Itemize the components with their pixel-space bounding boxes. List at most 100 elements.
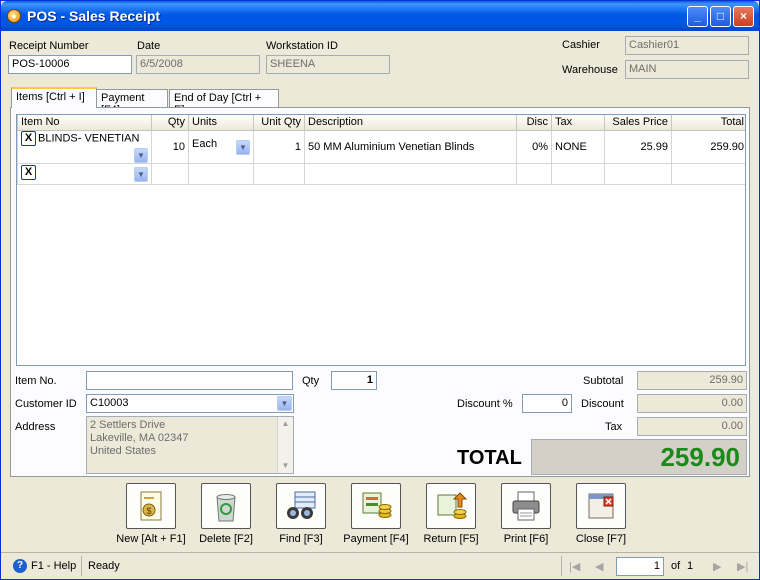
address-textarea[interactable]: 2 Settlers Drive Lakeville, MA 02347 Uni… xyxy=(86,416,294,474)
page-count: 1 xyxy=(687,560,694,572)
cell-disc[interactable]: 0% xyxy=(516,129,552,164)
col-header-total[interactable]: Total xyxy=(671,115,745,131)
close-button[interactable]: Close [F7] xyxy=(561,483,641,545)
qty-label: Qty xyxy=(302,375,320,387)
table-row[interactable]: X BLINDS- VENETIAN ▼ 10 Each ▼ 1 50 MM Alum… xyxy=(17,129,745,164)
chevron-down-icon[interactable]: ▼ xyxy=(134,167,148,182)
qty-input[interactable]: 1 xyxy=(331,371,377,390)
item-no-input[interactable] xyxy=(86,371,293,390)
window-title: POS - Sales Receipt xyxy=(27,8,161,24)
discount-percent-label: Discount % xyxy=(457,398,513,410)
item-no-value: BLINDS- VENETIAN xyxy=(38,131,140,144)
new-button[interactable]: $ New [Alt + F1] xyxy=(111,483,191,545)
printer-icon[interactable] xyxy=(501,483,551,529)
date-field: 6/5/2008 xyxy=(136,55,260,74)
cell-empty[interactable] xyxy=(253,162,305,185)
cell-tax[interactable]: NONE xyxy=(551,129,605,164)
of-label: of xyxy=(671,560,681,572)
cell-empty[interactable] xyxy=(188,162,254,185)
scroll-up-icon[interactable]: ▲ xyxy=(278,417,293,431)
tab-payment[interactable]: Payment [F4] xyxy=(96,89,168,116)
col-header-unit-qty[interactable]: Unit Qty xyxy=(253,115,305,131)
payment-button-label: Payment [F4] xyxy=(343,533,409,545)
close-button-label: Close [F7] xyxy=(575,533,627,545)
binoculars-icon[interactable] xyxy=(276,483,326,529)
tax-total-field: 0.00 xyxy=(637,417,747,436)
cell-empty[interactable] xyxy=(604,162,672,185)
delete-row-icon[interactable]: X xyxy=(21,131,36,146)
cell-empty[interactable] xyxy=(671,162,745,185)
print-button[interactable]: Print [F6] xyxy=(486,483,566,545)
new-receipt-icon[interactable]: $ xyxy=(126,483,176,529)
delete-row-icon[interactable]: X xyxy=(21,165,36,180)
col-header-sales-price[interactable]: Sales Price xyxy=(604,115,672,131)
status-text: Ready xyxy=(88,560,120,572)
col-header-disc[interactable]: Disc xyxy=(516,115,552,131)
help-icon[interactable]: ? xyxy=(13,559,27,573)
cell-empty[interactable] xyxy=(304,162,517,185)
items-grid[interactable]: Item No Qty Units Unit Qty Description D… xyxy=(16,114,746,366)
return-icon[interactable] xyxy=(426,483,476,529)
cell-empty[interactable] xyxy=(151,162,189,185)
close-window-button[interactable]: × xyxy=(733,6,754,27)
col-header-item-no[interactable]: Item No xyxy=(17,115,152,131)
next-page-icon[interactable]: ▶ xyxy=(713,560,721,573)
cell-empty[interactable] xyxy=(516,162,552,185)
status-bar: ? F1 - Help Ready |◀ ◀ 1 of 1 ▶ ▶| xyxy=(1,552,759,579)
table-row-new[interactable]: X ▼ xyxy=(17,162,745,185)
delete-button[interactable]: Delete [F2] xyxy=(186,483,266,545)
payment-icon[interactable] xyxy=(351,483,401,529)
cell-qty[interactable]: 10 xyxy=(151,129,189,164)
cell-sales-price[interactable]: 25.99 xyxy=(604,129,672,164)
cell-item-no-new[interactable]: X ▼ xyxy=(17,162,152,185)
item-no-label: Item No. xyxy=(15,375,57,387)
chevron-down-icon[interactable]: ▼ xyxy=(134,147,148,162)
cell-unit-qty[interactable]: 1 xyxy=(253,129,305,164)
status-divider xyxy=(81,556,82,576)
cell-item-no[interactable]: X BLINDS- VENETIAN ▼ xyxy=(17,129,152,164)
last-page-icon[interactable]: ▶| xyxy=(737,560,748,573)
cell-empty[interactable] xyxy=(551,162,605,185)
minimize-button[interactable]: _ xyxy=(687,6,708,27)
units-value: Each xyxy=(192,138,218,150)
previous-page-icon[interactable]: ◀ xyxy=(595,560,603,573)
cell-description[interactable]: 50 MM Aluminium Venetian Blinds xyxy=(304,129,517,164)
pos-window: ● POS - Sales Receipt _ □ × Receipt Numb… xyxy=(0,0,760,580)
chevron-down-icon[interactable]: ▼ xyxy=(236,140,250,155)
first-page-icon[interactable]: |◀ xyxy=(569,560,580,573)
address-scrollbar[interactable]: ▲ ▼ xyxy=(277,417,293,473)
discount-percent-input[interactable]: 0 xyxy=(522,394,572,413)
cell-total[interactable]: 259.90 xyxy=(671,129,745,164)
tab-end-of-day[interactable]: End of Day [Ctrl + E] xyxy=(169,89,279,116)
receipt-number-input[interactable]: POS-10006 xyxy=(8,55,132,74)
maximize-button[interactable]: □ xyxy=(710,6,731,27)
new-button-label: New [Alt + F1] xyxy=(116,533,186,545)
status-divider xyxy=(561,556,562,576)
customer-id-label: Customer ID xyxy=(15,398,77,410)
warehouse-field: MAIN xyxy=(625,60,749,79)
app-icon: ● xyxy=(7,9,21,23)
find-button[interactable]: Find [F3] xyxy=(261,483,341,545)
title-bar[interactable]: ● POS - Sales Receipt _ □ × xyxy=(1,1,759,31)
discount-total-label: Discount xyxy=(581,398,624,410)
help-link[interactable]: F1 - Help xyxy=(31,560,76,572)
return-button-label: Return [F5] xyxy=(423,533,479,545)
cell-units[interactable]: Each ▼ xyxy=(188,129,254,164)
customer-id-select[interactable]: C10003 ▼ xyxy=(86,394,294,413)
recycle-bin-icon[interactable] xyxy=(201,483,251,529)
address-line: United States xyxy=(90,445,157,457)
chevron-down-icon[interactable]: ▼ xyxy=(277,396,292,411)
tab-items[interactable]: Items [Ctrl + I] xyxy=(11,87,97,108)
scroll-down-icon[interactable]: ▼ xyxy=(278,459,293,473)
grand-total-label: TOTAL xyxy=(457,447,522,469)
payment-button[interactable]: Payment [F4] xyxy=(336,483,416,545)
col-header-description[interactable]: Description xyxy=(304,115,517,131)
col-header-tax[interactable]: Tax xyxy=(551,115,605,131)
workstation-label: Workstation ID xyxy=(266,40,338,52)
grand-total-field: 259.90 xyxy=(531,439,747,475)
return-button[interactable]: Return [F5] xyxy=(411,483,491,545)
page-number-input[interactable]: 1 xyxy=(616,557,664,576)
col-header-units[interactable]: Units xyxy=(188,115,254,131)
close-window-icon[interactable] xyxy=(576,483,626,529)
col-header-qty[interactable]: Qty xyxy=(151,115,189,131)
